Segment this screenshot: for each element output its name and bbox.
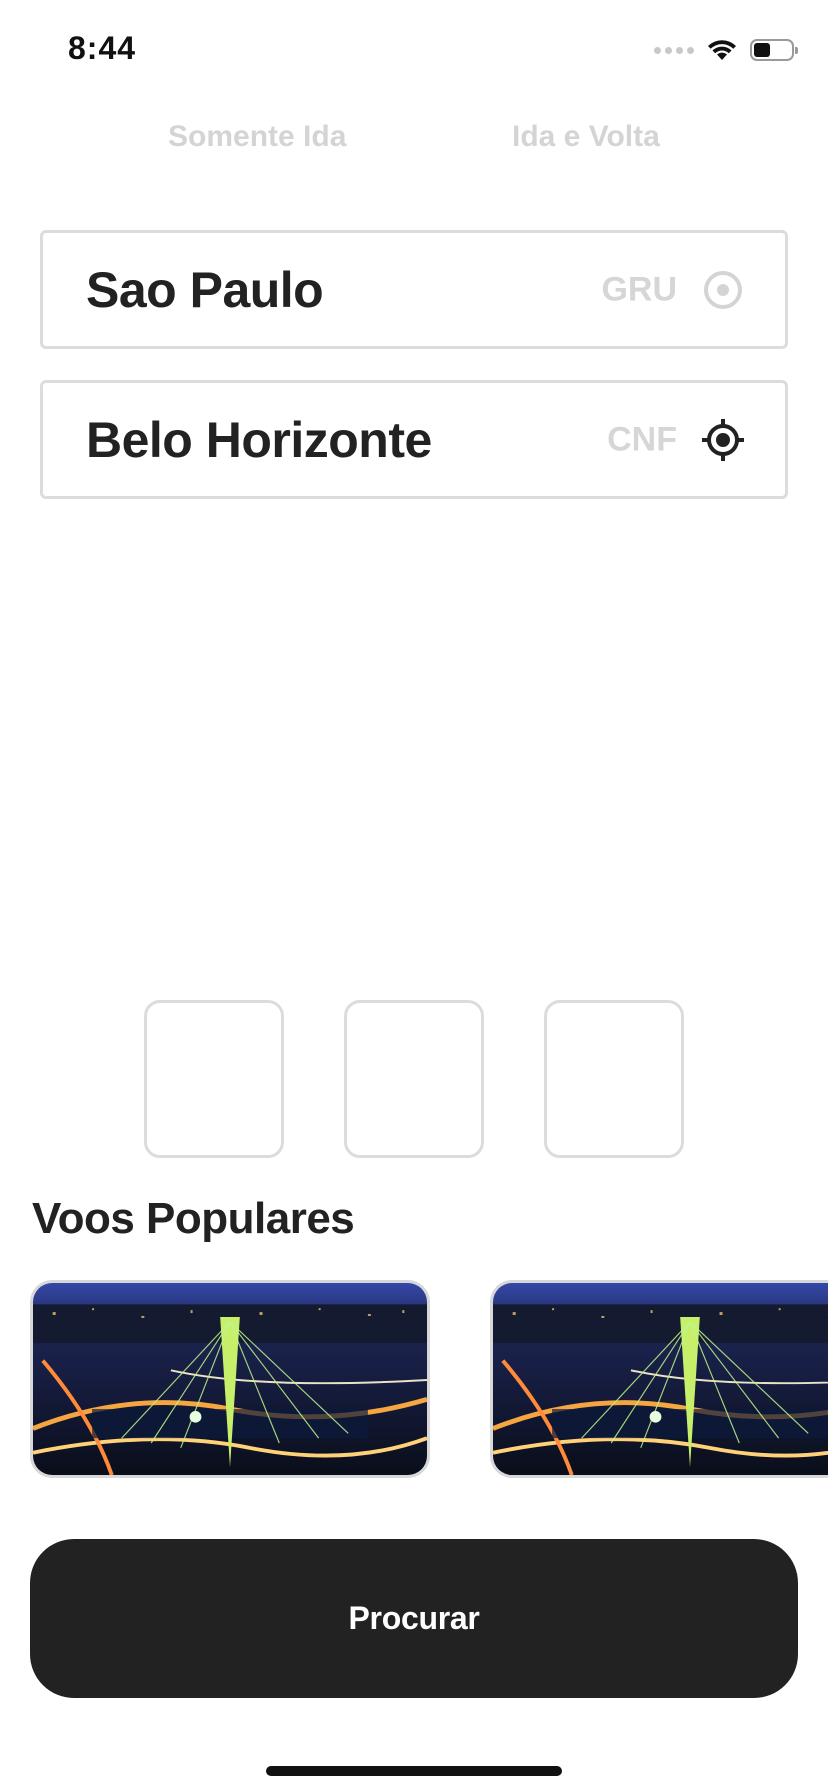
destination-airport-code: CNF [607, 420, 677, 458]
city-bridge-photo [493, 1283, 828, 1475]
battery-icon [750, 39, 798, 61]
tab-one-way[interactable]: Somente Ida [168, 120, 346, 154]
popular-flight-card[interactable] [490, 1280, 828, 1478]
app-screen: 8:44 Somente Ida Ida e Volta Sao Paulo G… [0, 0, 828, 1792]
origin-city: Sao Paulo [86, 261, 324, 318]
tab-round-trip[interactable]: Ida e Volta [512, 120, 660, 154]
crosshair-icon [702, 418, 744, 461]
status-indicators [654, 32, 798, 68]
cellular-signal-icon [654, 46, 694, 54]
date-box[interactable] [144, 1000, 284, 1158]
origin-airport-code: GRU [601, 270, 677, 308]
search-button-label: Procurar [348, 1600, 480, 1636]
search-button[interactable]: Procurar [30, 1539, 798, 1698]
popular-flights-title: Voos Populares [32, 1194, 355, 1243]
wifi-icon [708, 40, 736, 60]
origin-field[interactable]: Sao Paulo GRU [40, 230, 788, 349]
popular-flight-card[interactable] [30, 1280, 430, 1478]
city-bridge-photo [33, 1283, 427, 1475]
destination-field[interactable]: Belo Horizonte CNF [40, 380, 788, 499]
destination-city: Belo Horizonte [86, 411, 432, 468]
home-indicator[interactable] [266, 1766, 562, 1776]
battery-level [754, 43, 771, 57]
status-time: 8:44 [68, 30, 137, 66]
date-box[interactable] [544, 1000, 684, 1158]
radio-dot-icon [704, 270, 742, 309]
date-box[interactable] [344, 1000, 484, 1158]
